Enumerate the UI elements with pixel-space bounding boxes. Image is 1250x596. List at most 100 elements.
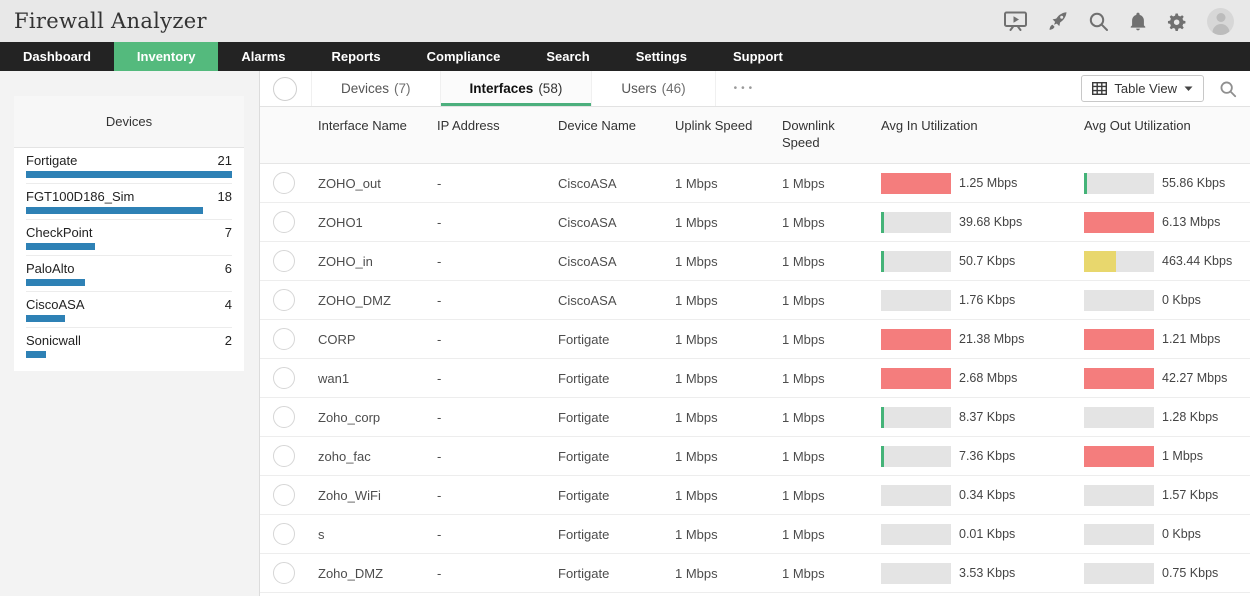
device-line: PaloAlto 6 xyxy=(26,261,232,276)
row-radio-cell xyxy=(260,484,310,506)
uplink-speed-cell: 1 Mbps xyxy=(667,449,774,464)
utilization-bar-fill xyxy=(881,212,884,233)
nav-item-compliance[interactable]: Compliance xyxy=(404,42,524,71)
table-view-label: Table View xyxy=(1114,81,1177,96)
avg-in-utilization-cell: 3.53 Kbps xyxy=(873,563,1076,584)
row-select-radio[interactable] xyxy=(273,211,295,233)
device-count: 18 xyxy=(218,189,232,204)
table-row[interactable]: Zoho_corp-Fortigate1 Mbps1 Mbps8.37 Kbps… xyxy=(260,398,1250,437)
device-row-ciscoasa[interactable]: CiscoASA4 xyxy=(26,292,232,328)
utilization-bar xyxy=(1084,290,1154,311)
device-name: FGT100D186_Sim xyxy=(26,189,134,204)
device-row-paloalto[interactable]: PaloAlto 6 xyxy=(26,256,232,292)
demo-player-icon[interactable] xyxy=(1003,11,1028,31)
nav-item-settings[interactable]: Settings xyxy=(613,42,710,71)
row-select-radio[interactable] xyxy=(273,523,295,545)
table-row[interactable]: wan1-Fortigate1 Mbps1 Mbps2.68 Mbps42.27… xyxy=(260,359,1250,398)
avg-out-utilization-cell: 1.28 Kbps xyxy=(1076,407,1250,428)
row-select-radio[interactable] xyxy=(273,406,295,428)
row-select-radio[interactable] xyxy=(273,289,295,311)
search-icon[interactable] xyxy=(1088,11,1109,32)
device-name-cell: Fortigate xyxy=(550,566,667,581)
device-row-checkpoint[interactable]: CheckPoint7 xyxy=(26,220,232,256)
uplink-speed-cell: 1 Mbps xyxy=(667,410,774,425)
more-tabs-ellipsis[interactable]: ••• xyxy=(716,71,775,106)
table-row[interactable]: ZOHO_DMZ-CiscoASA1 Mbps1 Mbps1.76 Kbps0 … xyxy=(260,281,1250,320)
avg-out-utilization-cell: 0 Kbps xyxy=(1076,290,1250,311)
device-name-cell: CiscoASA xyxy=(550,176,667,191)
settings-gear-icon[interactable] xyxy=(1167,11,1188,32)
device-count: 6 xyxy=(225,261,232,276)
rocket-icon[interactable] xyxy=(1047,10,1069,32)
avg-in-utilization-cell: 0.34 Kbps xyxy=(873,485,1076,506)
row-select-radio[interactable] xyxy=(273,445,295,467)
select-all-radio[interactable] xyxy=(273,77,297,101)
column-header-avg-in-utilization: Avg In Utilization xyxy=(873,117,1076,151)
tab-label: Devices xyxy=(341,81,389,96)
device-row-sonicwall[interactable]: Sonicwall2 xyxy=(26,328,232,363)
utilization-bar-fill xyxy=(881,329,951,350)
avg-in-utilization-cell: 21.38 Mbps xyxy=(873,329,1076,350)
table-row[interactable]: Zoho_WiFi-Fortigate1 Mbps1 Mbps0.34 Kbps… xyxy=(260,476,1250,515)
table-row[interactable]: s-Fortigate1 Mbps1 Mbps0.01 Kbps0 Kbps xyxy=(260,515,1250,554)
nav-item-search[interactable]: Search xyxy=(523,42,612,71)
row-radio-cell xyxy=(260,523,310,545)
downlink-speed-cell: 1 Mbps xyxy=(774,527,873,542)
row-select-radio[interactable] xyxy=(273,328,295,350)
device-name-cell: Fortigate xyxy=(550,332,667,347)
nav-item-inventory[interactable]: Inventory xyxy=(114,42,219,71)
utilization-value: 463.44 Kbps xyxy=(1162,254,1232,268)
uplink-speed-cell: 1 Mbps xyxy=(667,293,774,308)
tabs-group: Devices (7) Interfaces(58)Users(46) xyxy=(311,71,716,106)
utilization-value: 2.68 Mbps xyxy=(959,371,1017,385)
utilization-bar xyxy=(881,368,951,389)
table-row[interactable]: zoho_fac-Fortigate1 Mbps1 Mbps7.36 Kbps1… xyxy=(260,437,1250,476)
utilization-bar-fill xyxy=(881,173,951,194)
tab-users[interactable]: Users(46) xyxy=(592,71,715,106)
table-view-dropdown[interactable]: Table View xyxy=(1081,75,1204,102)
nav-item-dashboard[interactable]: Dashboard xyxy=(0,42,114,71)
device-row-fgt100d186-sim[interactable]: FGT100D186_Sim 18 xyxy=(26,184,232,220)
notifications-bell-icon[interactable] xyxy=(1128,11,1148,32)
row-select-radio[interactable] xyxy=(273,250,295,272)
table-row[interactable]: CORP-Fortigate1 Mbps1 Mbps21.38 Mbps1.21… xyxy=(260,320,1250,359)
table-row[interactable]: Zoho_DMZ-Fortigate1 Mbps1 Mbps3.53 Kbps0… xyxy=(260,554,1250,593)
table-body: ZOHO_out-CiscoASA1 Mbps1 Mbps1.25 Mbps55… xyxy=(260,164,1250,593)
table-row[interactable]: ZOHO1-CiscoASA1 Mbps1 Mbps39.68 Kbps6.13… xyxy=(260,203,1250,242)
avg-out-utilization-cell: 6.13 Mbps xyxy=(1076,212,1250,233)
interface-name-cell: ZOHO_out xyxy=(310,176,429,191)
utilization-bar xyxy=(1084,173,1154,194)
utilization-value: 1.76 Kbps xyxy=(959,293,1015,307)
nav-item-support[interactable]: Support xyxy=(710,42,806,71)
user-avatar[interactable] xyxy=(1207,8,1234,35)
row-select-radio[interactable] xyxy=(273,367,295,389)
tabbar-right-controls: Table View xyxy=(1081,71,1250,106)
nav-item-alarms[interactable]: Alarms xyxy=(218,42,308,71)
column-header-device-name: Device Name xyxy=(550,117,667,151)
tab-count: (7) xyxy=(394,81,411,96)
row-select-radio[interactable] xyxy=(273,172,295,194)
table-row[interactable]: ZOHO_out-CiscoASA1 Mbps1 Mbps1.25 Mbps55… xyxy=(260,164,1250,203)
table-search-icon[interactable] xyxy=(1219,80,1237,98)
utilization-bar xyxy=(1084,329,1154,350)
utilization-bar xyxy=(1084,563,1154,584)
device-row-fortigate[interactable]: Fortigate21 xyxy=(26,148,232,184)
table-row[interactable]: ZOHO_in-CiscoASA1 Mbps1 Mbps50.7 Kbps463… xyxy=(260,242,1250,281)
ip-address-cell: - xyxy=(429,410,550,425)
tab-interfaces[interactable]: Interfaces(58) xyxy=(441,71,593,106)
row-select-radio[interactable] xyxy=(273,484,295,506)
tab-devices[interactable]: Devices (7) xyxy=(311,71,441,106)
row-radio-cell xyxy=(260,406,310,428)
device-count: 21 xyxy=(218,153,232,168)
device-name: PaloAlto xyxy=(26,261,74,276)
uplink-speed-cell: 1 Mbps xyxy=(667,254,774,269)
tab-label: Interfaces xyxy=(470,81,534,96)
ip-address-cell: - xyxy=(429,449,550,464)
nav-item-reports[interactable]: Reports xyxy=(309,42,404,71)
row-select-radio[interactable] xyxy=(273,562,295,584)
downlink-speed-cell: 1 Mbps xyxy=(774,488,873,503)
utilization-bar xyxy=(881,212,951,233)
avg-in-utilization-cell: 2.68 Mbps xyxy=(873,368,1076,389)
avg-out-utilization-cell: 1.57 Kbps xyxy=(1076,485,1250,506)
avg-in-utilization-cell: 0.01 Kbps xyxy=(873,524,1076,545)
